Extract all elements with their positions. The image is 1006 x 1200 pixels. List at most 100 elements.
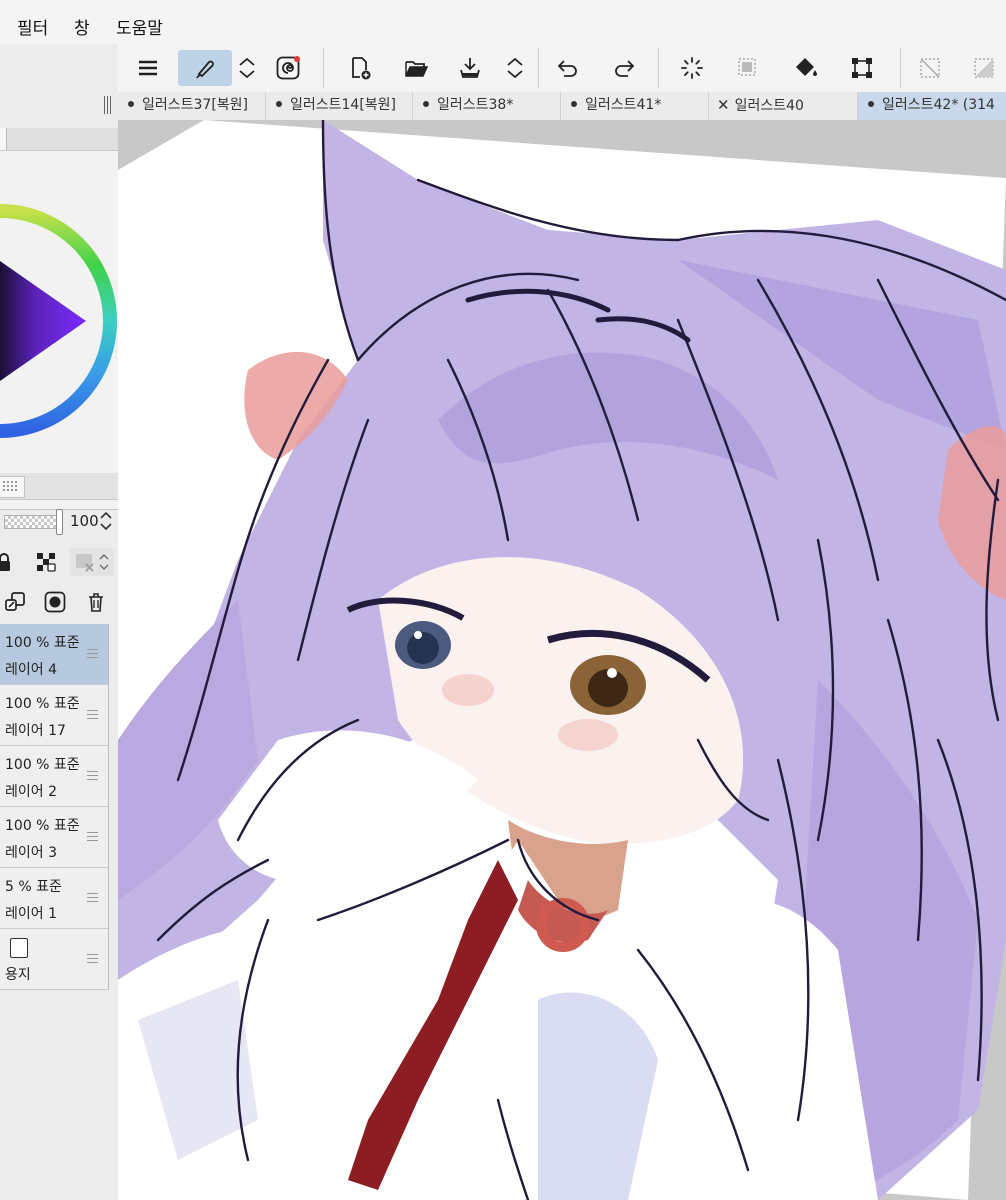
menu-help[interactable]: 도움말: [116, 14, 163, 39]
transparency-lock-icon[interactable]: [34, 550, 58, 574]
toolbar-divider: [900, 48, 901, 88]
layer-row[interactable]: 100 % 표준 레이어 3: [0, 807, 108, 868]
layer-row[interactable]: 100 % 표준 레이어 4: [0, 624, 108, 685]
color-panel-tabbar: [0, 128, 118, 151]
opacity-slider[interactable]: [4, 515, 60, 529]
layer-name: 레이어 3: [5, 845, 57, 861]
layer-name: 레이어 4: [5, 662, 57, 678]
layer-name: 레이어 2: [5, 784, 57, 800]
brush-tool-icon: [196, 60, 214, 79]
layer-blend-mode: 5 % 표준: [5, 879, 62, 895]
document-tabs: 일러스트37[복원] 일러스트14[복원] 일러스트38* 일러스트41* ✕ 일…: [118, 92, 1006, 121]
undo-icon: [557, 60, 577, 77]
toolbar-divider: [538, 48, 539, 88]
doc-tab-active[interactable]: 일러스트42* (314: [858, 92, 1006, 120]
unsaved-dot-icon: [276, 101, 282, 107]
opacity-stepper-icon[interactable]: [99, 508, 113, 534]
deselect-button[interactable]: [910, 50, 950, 86]
select-all-icon: [738, 58, 756, 76]
toolbar-divider: [323, 48, 324, 88]
color-wheel[interactable]: [0, 151, 118, 509]
drag-handle-icon[interactable]: [87, 649, 98, 659]
brush-tool-button[interactable]: [178, 50, 232, 86]
save-options-stepper[interactable]: [498, 50, 532, 86]
open-file-button[interactable]: [396, 50, 436, 86]
panel-grip-handle[interactable]: [104, 96, 112, 114]
layer-tools-row-2: [0, 586, 118, 618]
redo-button[interactable]: [604, 50, 644, 86]
doc-tab-label: 일러스트37[복원]: [142, 97, 249, 113]
fill-button[interactable]: [786, 50, 826, 86]
lock-icon[interactable]: [0, 550, 18, 574]
doc-tab[interactable]: 일러스트14[복원]: [266, 92, 413, 120]
save-button[interactable]: [450, 50, 490, 86]
menu-icon: [139, 60, 157, 76]
close-icon[interactable]: ✕: [717, 92, 730, 119]
new-canvas-button[interactable]: [340, 50, 380, 86]
invert-selection-icon: [974, 58, 994, 78]
unsaved-dot-icon: [571, 101, 577, 107]
progress-indicator: [672, 50, 712, 86]
menu-button[interactable]: [128, 50, 168, 86]
redo-icon: [615, 60, 635, 77]
open-folder-icon: [405, 61, 428, 77]
transform-icon: [852, 58, 872, 78]
invert-selection-button[interactable]: [964, 50, 1004, 86]
left-panel: 94S100 100: [0, 44, 119, 1200]
layer-panel-tab[interactable]: [0, 476, 25, 498]
layer-row[interactable]: 100 % 표준 레이어 2: [0, 746, 108, 807]
layer-mask-icon[interactable]: [43, 590, 67, 614]
save-icon: [460, 58, 480, 78]
trash-icon[interactable]: [84, 590, 108, 614]
app-companion-button[interactable]: [268, 50, 308, 86]
color-panel-tab[interactable]: [0, 128, 7, 150]
select-all-button[interactable]: [728, 50, 768, 86]
opacity-slider-knob[interactable]: [56, 509, 63, 535]
transform-button[interactable]: [842, 50, 882, 86]
clipping-toggle[interactable]: [70, 548, 114, 576]
menu-bar: 필터 창 도움말: [0, 0, 1006, 45]
layer-blend-mode: 100 % 표준: [5, 757, 80, 773]
layer-row-paper[interactable]: 용지: [0, 929, 108, 990]
unsaved-dot-icon: [423, 101, 429, 107]
loading-spinner-icon: [681, 57, 703, 79]
doc-tab-label: 일러스트40: [734, 98, 804, 114]
move-layer-icon[interactable]: [3, 590, 27, 614]
updown-chevron-icon: [507, 57, 523, 79]
doc-tab[interactable]: ✕ 일러스트40: [709, 92, 858, 120]
clipping-icon: [76, 554, 94, 572]
doc-tab-label: 일러스트14[복원]: [290, 97, 397, 113]
artwork-canvas[interactable]: [118, 120, 1006, 1200]
undo-button[interactable]: [548, 50, 588, 86]
layer-opacity-row: 100: [0, 506, 118, 536]
doc-tab[interactable]: 일러스트41*: [561, 92, 709, 120]
menu-window[interactable]: 창: [74, 14, 90, 39]
layer-name: 용지: [5, 967, 31, 983]
grid-dots-icon: [3, 481, 17, 491]
main-toolbar: [118, 44, 1006, 93]
doc-tab[interactable]: 일러스트38*: [413, 92, 561, 120]
menu-filter[interactable]: 필터: [17, 14, 48, 39]
canvas-viewport[interactable]: [118, 120, 1006, 1200]
drag-handle-icon[interactable]: [87, 893, 98, 903]
layer-row[interactable]: 5 % 표준 레이어 1: [0, 868, 108, 929]
doc-tab-label: 일러스트41*: [585, 97, 662, 113]
layer-name: 레이어 1: [5, 906, 57, 922]
drag-handle-icon[interactable]: [87, 832, 98, 842]
layer-blend-mode: 100 % 표준: [5, 696, 80, 712]
toolbar-divider: [658, 48, 659, 88]
layer-row[interactable]: 100 % 표준 레이어 17: [0, 685, 108, 746]
paper-icon: [10, 938, 28, 958]
layer-blend-mode: 100 % 표준: [5, 635, 80, 651]
drag-handle-icon[interactable]: [87, 771, 98, 781]
tool-stepper[interactable]: [230, 50, 264, 86]
drag-handle-icon[interactable]: [87, 954, 98, 964]
chevron-updown-icon: [99, 554, 109, 570]
doc-tab-label: 일러스트42* (314: [882, 97, 995, 113]
layer-panel-divider: [108, 624, 109, 990]
new-canvas-icon: [352, 57, 371, 80]
deselect-icon: [920, 58, 940, 78]
layer-name: 레이어 17: [5, 723, 66, 739]
drag-handle-icon[interactable]: [87, 710, 98, 720]
doc-tab[interactable]: 일러스트37[복원]: [118, 92, 266, 120]
